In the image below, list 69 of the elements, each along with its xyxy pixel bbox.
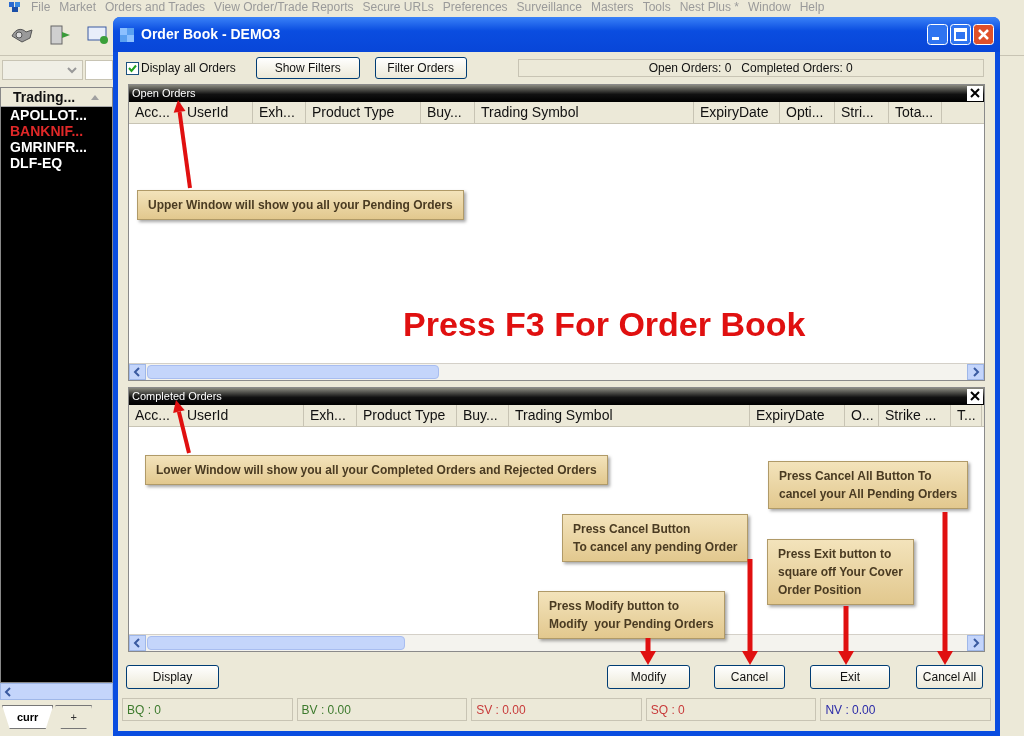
column-header[interactable]: Stri...: [841, 102, 874, 123]
symbol-row[interactable]: DLF-EQ: [10, 155, 63, 171]
callout-note: Upper Window will show you all your Pending Orders: [137, 190, 464, 220]
input-field[interactable]: [85, 60, 113, 80]
window-title: Order Book - DEMO3: [141, 25, 281, 44]
action-button[interactable]: Cancel: [714, 665, 785, 689]
status-value: NV : 0.00: [825, 701, 876, 719]
filter-button[interactable]: Filter Orders: [374, 57, 467, 79]
symbol-row[interactable]: BANKNIF...: [10, 123, 84, 139]
column-header[interactable]: Product Type: [312, 102, 395, 123]
checkbox[interactable]: [126, 61, 139, 75]
scrollbar-thumb[interactable]: [147, 365, 439, 379]
horizontal-scrollbar[interactable]: [129, 363, 984, 380]
horizontal-scrollbar[interactable]: [0, 683, 113, 700]
close-icon[interactable]: [967, 389, 983, 404]
sheet-tab[interactable]: +: [55, 705, 92, 729]
column-header[interactable]: Acc...: [135, 405, 170, 426]
column-header[interactable]: Exh...: [310, 405, 346, 426]
column-header[interactable]: Strike ...: [885, 405, 937, 426]
status-value: SV : 0.00: [476, 701, 526, 719]
callout-note: Press Modify button to Modify your Pending Orders: [538, 591, 725, 639]
filter-button[interactable]: Show Filters: [255, 57, 360, 79]
document-icon[interactable]: [48, 23, 72, 46]
puzzle-icon: [119, 26, 135, 43]
callout-note: Lower Window will show you all your Completed Orders and Rejected Orders: [145, 455, 608, 485]
callout-note: Press Cancel All Button To cancel your All Pending Orders: [768, 461, 969, 509]
panel-title: Open Orders: [131, 88, 196, 99]
column-header[interactable]: ExpiryDate: [756, 405, 825, 426]
arrow: [838, 606, 854, 665]
callout-note: Press Cancel Button To cancel any pending Order: [562, 514, 749, 562]
app-logo-icon: [8, 1, 22, 13]
column-header[interactable]: Exh...: [259, 102, 295, 123]
display-all-checkbox[interactable]: Display all Orders: [126, 59, 236, 77]
column-header[interactable]: Trading Symbol: [481, 102, 579, 123]
panel-title: Completed Orders: [131, 391, 222, 402]
arrow: [640, 638, 656, 665]
column-header[interactable]: UserId: [187, 405, 229, 426]
order-count-field: Open Orders: 0 Completed Orders: 0: [517, 59, 984, 77]
close-icon[interactable]: [967, 86, 983, 101]
column-header[interactable]: O...: [851, 405, 874, 426]
horizontal-scrollbar[interactable]: [129, 634, 984, 651]
column-header[interactable]: UserId: [187, 102, 229, 123]
action-button[interactable]: Display: [126, 665, 219, 689]
action-button[interactable]: Cancel All: [916, 665, 983, 689]
column-header[interactable]: Trading Symbol: [515, 405, 613, 426]
action-button[interactable]: Modify: [607, 665, 690, 689]
status-value: BQ : 0: [127, 701, 161, 719]
maximize-icon[interactable]: [950, 24, 971, 45]
checkmark-icon: [128, 63, 137, 73]
column-header[interactable]: ExpiryDate: [700, 102, 769, 123]
headline-text: Press F3 For Order Book: [403, 304, 806, 345]
column-header[interactable]: T...: [957, 405, 976, 426]
status-value: SQ : 0: [650, 701, 685, 719]
column-header[interactable]: Buy...: [427, 102, 462, 123]
column-header[interactable]: Product Type: [363, 405, 446, 426]
scrollbar-thumb[interactable]: [147, 636, 405, 650]
monitor-icon[interactable]: [86, 23, 110, 46]
callout-note: Press Exit button to square off Your Cover Order Position: [767, 539, 914, 605]
sheet-tab[interactable]: curr: [2, 705, 54, 729]
status-value: BV : 0.00: [301, 701, 351, 719]
symbol-row[interactable]: APOLLOT...: [10, 107, 87, 123]
column-header[interactable]: Buy...: [463, 405, 498, 426]
column-header[interactable]: Tota...: [895, 102, 934, 123]
symbol-row[interactable]: GMRINFR...: [10, 139, 87, 155]
action-button[interactable]: Exit: [810, 665, 890, 689]
minimize-icon[interactable]: [927, 24, 948, 45]
column-header[interactable]: Acc...: [135, 102, 170, 123]
column-header[interactable]: Opti...: [786, 102, 824, 123]
dropdown-field[interactable]: [2, 60, 83, 80]
